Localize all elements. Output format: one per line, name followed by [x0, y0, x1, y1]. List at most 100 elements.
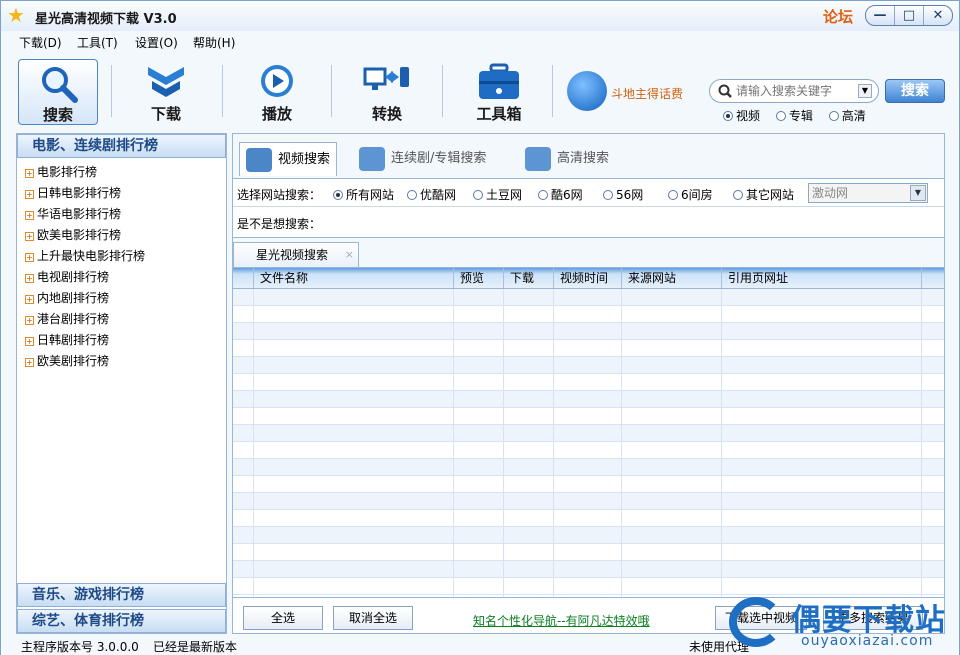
sidebar-header-movies[interactable]: 电影、连续剧排行榜: [17, 134, 226, 158]
other-site-select[interactable]: 激动网 ▼: [808, 183, 928, 203]
expand-icon[interactable]: +: [25, 232, 34, 241]
expand-icon[interactable]: +: [25, 337, 34, 346]
site-option-6rooms[interactable]: 6间房: [668, 186, 713, 203]
column-divider: [553, 289, 554, 597]
select-all-button[interactable]: 全选: [243, 606, 323, 630]
table-row[interactable]: [233, 442, 944, 459]
deselect-all-button[interactable]: 取消全选: [333, 606, 413, 630]
search-mode-video[interactable]: 视频: [723, 109, 760, 123]
table-row[interactable]: [233, 374, 944, 391]
column-header-filename[interactable]: 文件名称: [253, 268, 453, 288]
tree-item[interactable]: + 欧美剧排行榜: [25, 351, 145, 372]
menu-settings[interactable]: 设置(O): [135, 34, 178, 51]
result-tab[interactable]: 星光视频搜索 ×: [233, 242, 359, 268]
sidebar-header-variety[interactable]: 综艺、体育排行榜: [17, 609, 226, 633]
table-row[interactable]: [233, 425, 944, 442]
table-row[interactable]: [233, 408, 944, 425]
globe-icon[interactable]: [567, 71, 607, 111]
tree-item[interactable]: + 电视剧排行榜: [25, 267, 145, 288]
table-row[interactable]: [233, 493, 944, 510]
site-option-ku6[interactable]: 酷6网: [538, 186, 583, 203]
tree-item[interactable]: + 内地剧排行榜: [25, 288, 145, 309]
table-row[interactable]: [233, 459, 944, 476]
radio-icon: [603, 190, 613, 200]
convert-device-icon: [363, 67, 409, 90]
close-button[interactable]: ✕: [923, 6, 952, 25]
search-small-icon: [718, 84, 732, 98]
menu-help[interactable]: 帮助(H): [193, 34, 235, 51]
toolbar-toolbox-button[interactable]: 工具箱: [459, 59, 539, 125]
expand-icon[interactable]: +: [25, 274, 34, 283]
tab-video-search[interactable]: 视频搜索: [239, 142, 338, 176]
table-row[interactable]: [233, 340, 944, 357]
table-row[interactable]: [233, 323, 944, 340]
tree-item[interactable]: + 欧美电影排行榜: [25, 225, 145, 246]
version-text: 主程序版本号 3.0.0.0: [21, 640, 139, 654]
maximize-button[interactable]: □: [894, 6, 923, 25]
table-row[interactable]: [233, 289, 944, 306]
site-option-all[interactable]: 所有网站: [333, 186, 394, 203]
search-field[interactable]: ▼: [709, 79, 879, 103]
column-header-duration[interactable]: 视频时间: [553, 268, 621, 288]
menu-tools[interactable]: 工具(T): [77, 34, 118, 51]
site-option-other[interactable]: 其它网站: [733, 186, 794, 203]
table-row[interactable]: [233, 357, 944, 374]
main-panel: 视频搜索 连续剧/专辑搜索 高清搜索 选择网站搜索： 所有网站 优酷网 土豆网 …: [232, 133, 945, 634]
close-tab-icon[interactable]: ×: [345, 243, 354, 267]
table-row[interactable]: [233, 561, 944, 578]
site-option-tudou[interactable]: 土豆网: [473, 186, 522, 203]
expand-icon[interactable]: +: [25, 295, 34, 304]
expand-icon[interactable]: +: [25, 316, 34, 325]
site-option-youku[interactable]: 优酷网: [407, 186, 456, 203]
column-header-source[interactable]: 来源网站: [621, 268, 721, 288]
radio-selected-icon: [723, 111, 733, 121]
column-divider: [253, 289, 254, 597]
column-header-download[interactable]: 下载: [503, 268, 553, 288]
chevron-down-icon[interactable]: ▼: [910, 185, 926, 201]
toolbox-icon: [479, 63, 519, 99]
tree-item[interactable]: + 港台剧排行榜: [25, 309, 145, 330]
chevron-down-icon[interactable]: ▼: [858, 84, 872, 98]
search-input[interactable]: [736, 83, 856, 99]
expand-icon[interactable]: +: [25, 169, 34, 178]
expand-icon[interactable]: +: [25, 358, 34, 367]
search-mode-album[interactable]: 专辑: [775, 109, 813, 123]
window-controls: — □ ✕: [865, 5, 953, 26]
toolbar-play-button[interactable]: 播放: [237, 59, 317, 125]
minimize-button[interactable]: —: [866, 6, 894, 25]
table-row[interactable]: [233, 544, 944, 561]
tree-item[interactable]: + 日韩剧排行榜: [25, 330, 145, 351]
table-row[interactable]: [233, 306, 944, 323]
sidebar-header-music[interactable]: 音乐、游戏排行榜: [17, 583, 226, 607]
toolbar-download-button[interactable]: 下载: [126, 59, 206, 125]
expand-icon[interactable]: +: [25, 190, 34, 199]
toolbar-search-button[interactable]: 搜索: [18, 59, 98, 125]
search-mode-hd[interactable]: 高清: [828, 109, 866, 123]
tab-hd-search[interactable]: 高清搜索: [525, 142, 609, 176]
column-header-referer[interactable]: 引用页网址: [721, 268, 921, 288]
table-row[interactable]: [233, 391, 944, 408]
toolbar-convert-button[interactable]: 转换: [347, 59, 427, 125]
tree-item[interactable]: + 上升最快电影排行榜: [25, 246, 145, 267]
tree-item[interactable]: + 华语电影排行榜: [25, 204, 145, 225]
expand-icon[interactable]: +: [25, 211, 34, 220]
search-button[interactable]: 搜索: [885, 79, 945, 103]
site-option-56[interactable]: 56网: [603, 186, 643, 203]
table-row[interactable]: [233, 527, 944, 544]
table-row[interactable]: [233, 510, 944, 527]
table-row[interactable]: [233, 476, 944, 493]
suggestion-bar: 是不是想搜索：: [233, 206, 944, 238]
tree-item[interactable]: + 电影排行榜: [25, 162, 145, 183]
menu-download[interactable]: 下载(D): [19, 34, 62, 51]
forum-link[interactable]: 论坛: [823, 6, 853, 27]
promo-link[interactable]: 斗地主得话费: [611, 85, 683, 102]
update-status: 已经是最新版本: [153, 640, 238, 654]
expand-icon[interactable]: +: [25, 253, 34, 262]
tab-series-search[interactable]: 连续剧/专辑搜索: [359, 142, 486, 176]
column-header-preview[interactable]: 预览: [453, 268, 503, 288]
toolbar-separator: [552, 65, 553, 117]
results-table: 文件名称 预览 下载 视频时间 来源网站 引用页网址: [233, 267, 944, 597]
promo-nav-link[interactable]: 知名个性化导航--有阿凡达特效哦: [473, 612, 650, 629]
sidebar: 电影、连续剧排行榜 + 电影排行榜 + 日韩电影排行榜 + 华语电影排行榜 + 欧美电影…: [16, 133, 227, 634]
tree-item[interactable]: + 日韩电影排行榜: [25, 183, 145, 204]
